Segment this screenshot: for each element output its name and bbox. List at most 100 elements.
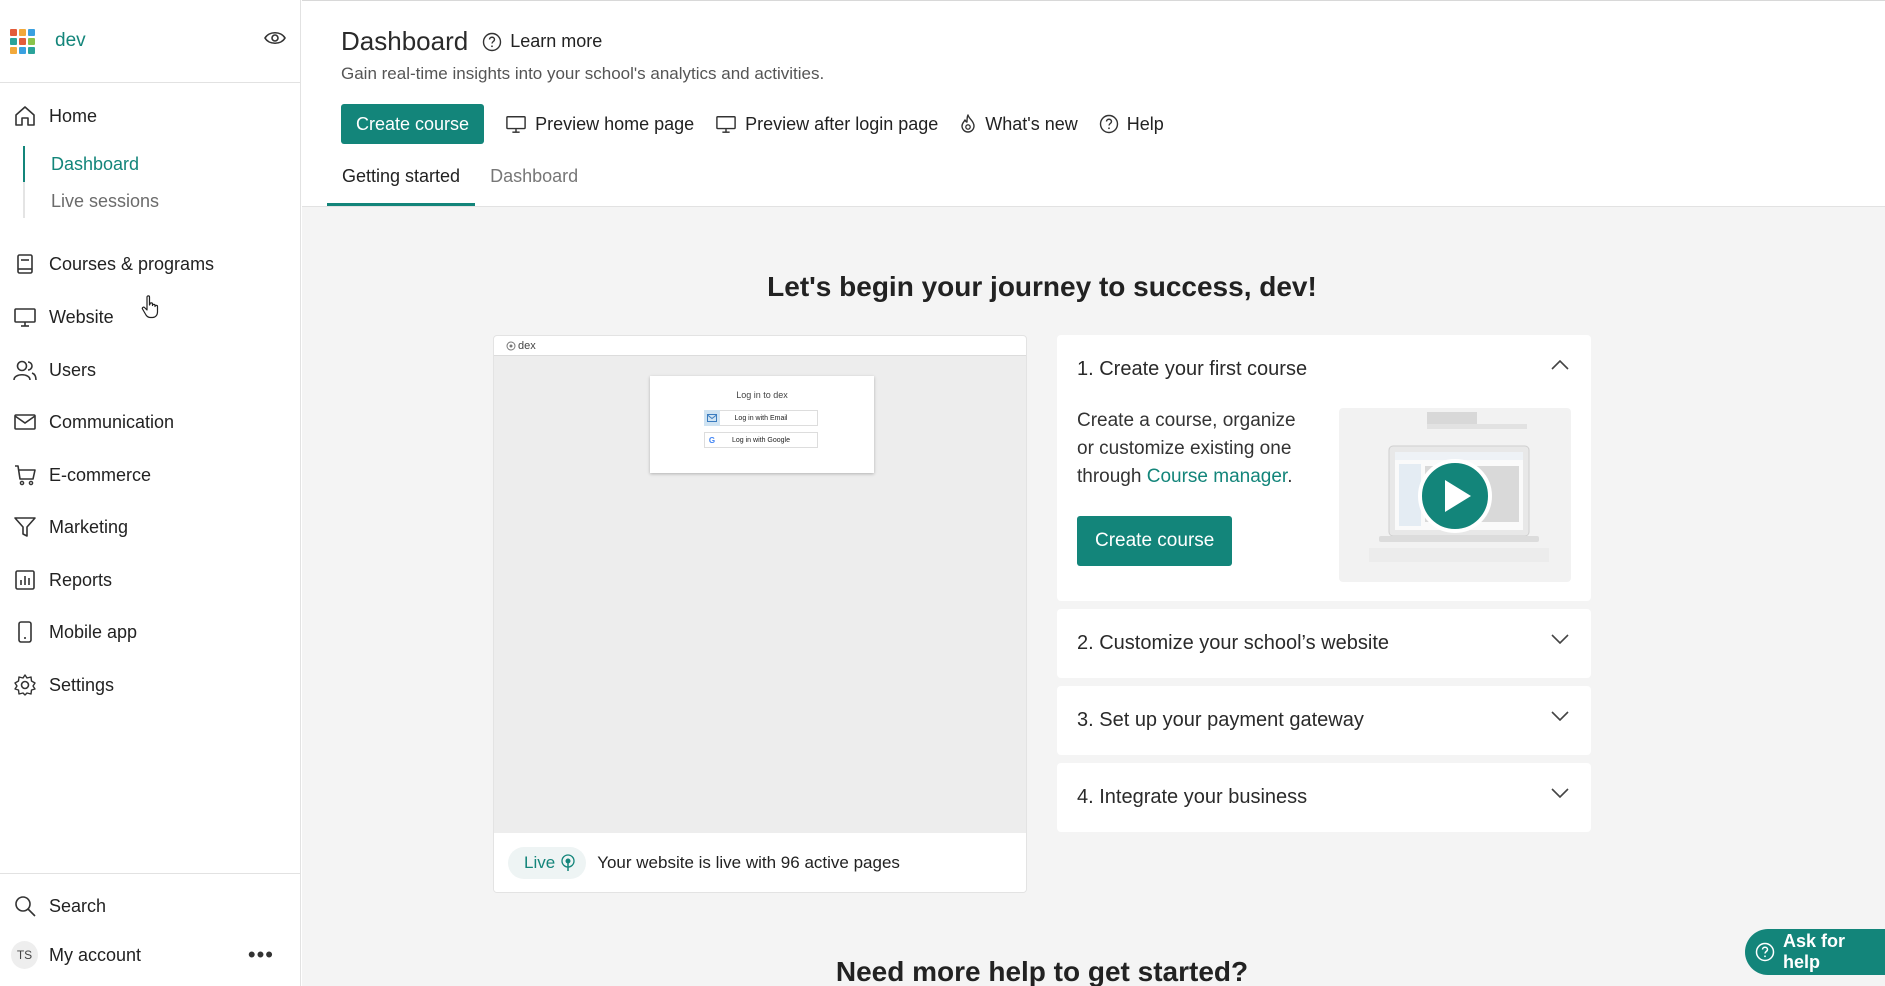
- step-create-course-button[interactable]: Create course: [1077, 516, 1233, 566]
- preview-after-login-link[interactable]: Preview after login page: [715, 114, 938, 135]
- preview-home-label: Preview home page: [535, 113, 695, 134]
- learn-more-label: Learn more: [510, 31, 603, 51]
- ask-for-help-button[interactable]: Ask for help: [1745, 929, 1885, 975]
- main-area: Dashboard Learn more Gain real-time insi…: [302, 0, 1885, 986]
- chevron-down-icon[interactable]: [1551, 634, 1569, 644]
- monitor-icon: [505, 114, 527, 134]
- users-icon: [12, 357, 38, 383]
- chart-icon: [12, 567, 38, 593]
- sidebar-item-courses[interactable]: Courses & programs: [0, 244, 300, 284]
- step-description-end: .: [1287, 466, 1293, 487]
- gear-icon: [12, 672, 38, 698]
- step-integrate-business[interactable]: 4. Integrate your business: [1057, 763, 1591, 832]
- preview-login-google-label: Log in with Google: [732, 436, 790, 444]
- book-icon: [12, 251, 38, 277]
- preview-login-title: Log in to dex: [736, 390, 788, 400]
- sidebar-item-reports[interactable]: Reports: [0, 560, 300, 600]
- tab-getting-started[interactable]: Getting started: [327, 162, 476, 206]
- site-logo-icon: [506, 341, 516, 351]
- whats-new-link[interactable]: What's new: [959, 113, 1078, 135]
- question-circle-icon: [1755, 942, 1775, 962]
- preview-login-box: Log in to dex Log in with Email G Log in…: [650, 376, 874, 473]
- tutorial-video-thumbnail[interactable]: [1339, 408, 1571, 582]
- step-customize-website[interactable]: 2. Customize your school’s website: [1057, 609, 1591, 678]
- preview-site-bar: dex: [494, 336, 1026, 356]
- step-title: 3. Set up your payment gateway: [1077, 709, 1364, 731]
- sidebar-item-label: My account: [49, 944, 142, 965]
- preview-login-email: Log in with Email: [704, 410, 818, 426]
- top-divider: [302, 0, 1885, 1]
- avatar: TS: [11, 941, 38, 969]
- tab-bar: Getting started Dashboard: [327, 162, 593, 206]
- help-label: Help: [1126, 113, 1164, 134]
- tab-dashboard[interactable]: Dashboard: [475, 162, 593, 206]
- preview-viewport: Log in to dex Log in with Email G Log in…: [494, 356, 1026, 833]
- laptop-illustration: [1369, 412, 1549, 562]
- page-title: Dashboard: [341, 26, 469, 56]
- more-help-heading: Need more help to get started?: [835, 956, 1249, 986]
- live-badge: Live: [508, 847, 587, 879]
- school-name[interactable]: dev: [55, 30, 86, 52]
- sidebar-item-communication[interactable]: Communication: [0, 402, 300, 442]
- chevron-up-icon[interactable]: [1551, 360, 1569, 370]
- question-circle-icon: [482, 32, 502, 52]
- eye-icon[interactable]: [264, 31, 286, 45]
- avatar-wrapper: TS: [11, 941, 38, 969]
- step-title: 4. Integrate your business: [1077, 786, 1308, 808]
- step-create-course: 1. Create your first course Create a cou…: [1057, 335, 1591, 601]
- home-submenu: Dashboard Live sessions: [23, 146, 293, 218]
- mail-icon: [704, 410, 720, 426]
- whats-new-label: What's new: [985, 113, 1078, 134]
- funnel-icon: [12, 514, 38, 540]
- header-actions: Create course Preview home page Preview …: [341, 104, 1164, 144]
- step-title: 2. Customize your school’s website: [1077, 632, 1389, 654]
- school-switcher[interactable]: dev: [0, 0, 300, 83]
- onboarding-steps: 1. Create your first course Create a cou…: [1057, 335, 1591, 840]
- website-preview-card[interactable]: dex Log in to dex Log in with Email G Lo…: [493, 335, 1027, 893]
- preview-status-bar: Live Your website is live with 96 active…: [494, 833, 1026, 892]
- create-course-button[interactable]: Create course: [341, 104, 485, 144]
- sidebar-item-label: Mobile app: [49, 621, 138, 642]
- help-link[interactable]: Help: [1099, 114, 1164, 135]
- sidebar-item-label: E-commerce: [49, 464, 152, 485]
- sidebar-item-label: Courses & programs: [49, 253, 215, 274]
- sidebar-item-settings[interactable]: Settings: [0, 665, 300, 705]
- sidebar-item-label: Website: [49, 306, 114, 327]
- step-header[interactable]: 2. Customize your school’s website: [1057, 609, 1591, 678]
- sidebar-subitem-live-sessions[interactable]: Live sessions: [51, 191, 159, 212]
- chevron-down-icon[interactable]: [1551, 711, 1569, 721]
- journey-heading: Let's begin your journey to success, dev…: [767, 271, 1317, 302]
- preview-site-name: dex: [518, 339, 536, 352]
- sidebar-item-home[interactable]: Home: [0, 96, 300, 136]
- home-icon: [12, 103, 38, 129]
- sidebar-item-label: Users: [49, 359, 97, 380]
- step-header[interactable]: 3. Set up your payment gateway: [1057, 686, 1591, 755]
- phone-icon: [12, 619, 38, 645]
- learn-more-link[interactable]: Learn more: [482, 31, 602, 52]
- sidebar-subitem-dashboard[interactable]: Dashboard: [51, 154, 139, 175]
- sidebar-item-marketing[interactable]: Marketing: [0, 507, 300, 547]
- preview-home-link[interactable]: Preview home page: [505, 114, 694, 135]
- live-pin-icon: [560, 854, 576, 872]
- sidebar-item-my-account[interactable]: TS My account •••: [0, 935, 300, 975]
- step-payment-gateway[interactable]: 3. Set up your payment gateway: [1057, 686, 1591, 755]
- sidebar-item-label: Communication: [49, 411, 175, 432]
- sidebar-item-search[interactable]: Search: [0, 886, 300, 926]
- cart-icon: [12, 462, 38, 488]
- step-header[interactable]: 4. Integrate your business: [1057, 763, 1591, 832]
- app-grid-icon[interactable]: [10, 28, 35, 54]
- sidebar-item-ecommerce[interactable]: E-commerce: [0, 455, 300, 495]
- sidebar: dev Home Dashboard Live sessions Courses…: [0, 0, 301, 986]
- hand-cursor-icon: [141, 295, 161, 319]
- chevron-down-icon[interactable]: [1551, 788, 1569, 798]
- search-icon: [12, 893, 38, 919]
- step-header[interactable]: 1. Create your first course: [1057, 335, 1591, 404]
- sidebar-item-mobile-app[interactable]: Mobile app: [0, 612, 300, 652]
- course-manager-link[interactable]: Course manager: [1147, 466, 1287, 487]
- google-icon: G: [708, 435, 716, 445]
- monitor-icon: [12, 304, 38, 330]
- more-options-button[interactable]: •••: [248, 942, 274, 968]
- sidebar-item-users[interactable]: Users: [0, 350, 300, 390]
- sidebar-item-label: Home: [49, 105, 98, 126]
- preview-login-google: G Log in with Google: [704, 432, 818, 448]
